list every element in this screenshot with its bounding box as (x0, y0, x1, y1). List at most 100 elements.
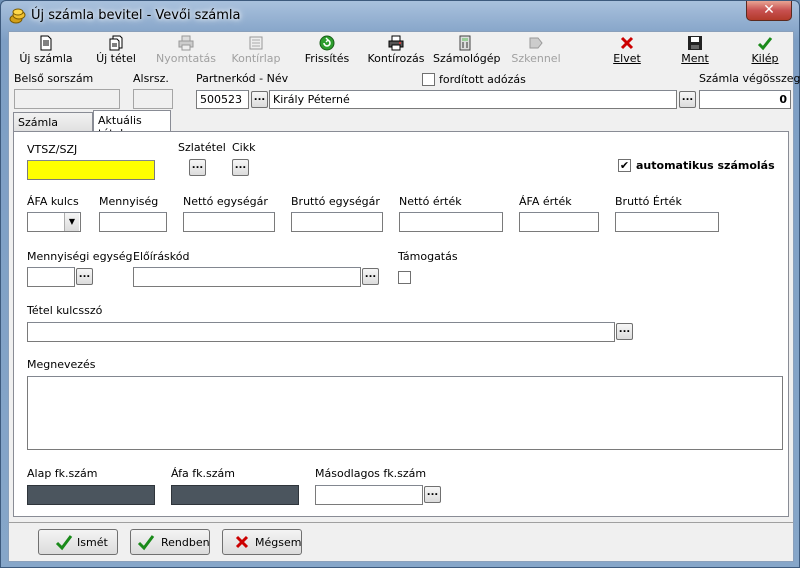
cancel-x-icon (235, 535, 249, 549)
brutto-ertek-label: Bruttó Érték (615, 195, 682, 208)
afa-fk-label: Áfa fk.szám (171, 467, 235, 480)
toolbar-label: Kontírozás (367, 52, 425, 65)
tab-aktualis-tetel[interactable]: Aktuális tétel (93, 110, 171, 140)
toolbar-button-kontirozas[interactable]: Kontírozás (365, 32, 427, 68)
toolbar-button-uj-szamla[interactable]: Új számla (17, 32, 75, 68)
coins-app-icon (9, 8, 26, 24)
window-title: Új számla bevitel - Vevői számla (31, 8, 241, 23)
alap-fk-label: Alap fk.szám (27, 467, 98, 480)
window-close-button[interactable]: ✕ (746, 1, 792, 21)
client-area: Új számla Új tétel Nyomtatás Kontírlap F… (8, 31, 800, 562)
szlatetel-lookup-button[interactable]: ... (189, 159, 206, 176)
exit-check-icon (757, 37, 773, 51)
new-item-icon (109, 35, 123, 51)
toolbar-label: Kontírlap (231, 52, 281, 65)
toolbar-button-kilep[interactable]: Kilép (741, 32, 789, 68)
tetel-kulcsszo-field[interactable] (27, 322, 615, 342)
partner-name-lookup-button[interactable]: ... (679, 91, 696, 108)
belso-sorszam-field (14, 89, 120, 109)
alap-fk-field (27, 485, 155, 505)
partner-name-field[interactable]: Király Péterné (269, 90, 677, 109)
brutto-ertek-field[interactable] (615, 212, 719, 232)
separator (9, 522, 793, 523)
szlatetel-label: Szlatétel (178, 141, 226, 154)
toolbar-button-elvet[interactable]: Elvet (603, 32, 651, 68)
forditott-adozas-checkbox[interactable] (422, 73, 435, 86)
netto-egysegar-field[interactable] (183, 212, 275, 232)
toolbar-label: Szkennel (511, 52, 561, 65)
megsem-button[interactable]: Mégsem (222, 529, 302, 555)
eloiraskod-lookup-button[interactable]: ... (362, 268, 379, 285)
mennyisegi-egyseg-lookup-button[interactable]: ... (76, 268, 93, 285)
vtsz-field[interactable] (27, 160, 155, 180)
toolbar-button-ment[interactable]: Ment (671, 32, 719, 68)
toolbar-button-frissites[interactable]: Frissítés (299, 32, 355, 68)
afa-ertek-field[interactable] (519, 212, 599, 232)
ellipsis-icon: ... (681, 92, 694, 103)
save-icon (688, 36, 702, 50)
rendben-button[interactable]: Rendben (130, 529, 210, 555)
ellipsis-icon: ... (618, 324, 631, 335)
toolbar-label: Kilép (751, 52, 779, 65)
tab-szamla-adatok[interactable]: Számla adatok (13, 112, 93, 142)
ledger-sheet-icon (249, 36, 263, 50)
megsem-label: Mégsem (255, 536, 302, 549)
discard-icon (620, 36, 634, 50)
calculator-icon (459, 35, 471, 51)
cikk-lookup-button[interactable]: ... (232, 159, 249, 176)
check-icon (137, 535, 155, 551)
eloiraskod-label: Előíráskód (133, 250, 190, 263)
toolbar-button-kontirlap[interactable]: Kontírlap (229, 32, 283, 68)
refresh-icon (319, 35, 335, 51)
accounting-icon (388, 35, 404, 51)
toolbar-label: Számológép (433, 52, 501, 65)
masodlagos-fk-field[interactable] (315, 485, 423, 505)
partner-code-field[interactable]: 500523 (196, 90, 249, 109)
netto-ertek-field[interactable] (399, 212, 503, 232)
afa-kulcs-label: ÁFA kulcs (27, 195, 79, 208)
toolbar-button-szamologep[interactable]: Számológép (433, 32, 501, 68)
ellipsis-icon: ... (234, 160, 247, 171)
ellipsis-icon: ... (78, 269, 91, 280)
ismet-button[interactable]: Ismét (38, 529, 118, 555)
mennyisegi-egyseg-field[interactable] (27, 267, 75, 287)
vegosszeg-value: 0 (779, 93, 787, 106)
auto-szamolas-checkbox[interactable]: ✔ (618, 159, 631, 172)
app-window: Új számla bevitel - Vevői számla ✕ Új sz… (0, 0, 800, 568)
partner-label: Partnerkód - Név (196, 72, 289, 85)
toolbar-label: Frissítés (304, 52, 350, 65)
toolbar-label: Ment (681, 52, 709, 65)
print-icon (178, 35, 194, 51)
partner-code-lookup-button[interactable]: ... (251, 91, 268, 108)
afa-kulcs-select[interactable]: ▼ (27, 212, 81, 232)
alsrsz-field (133, 89, 173, 109)
tamogatas-checkbox[interactable] (398, 271, 411, 284)
toolbar-button-uj-tetel[interactable]: Új tétel (89, 32, 143, 68)
megnevezes-textarea[interactable] (27, 376, 783, 450)
tetel-kulcsszo-label: Tétel kulcsszó (27, 304, 103, 317)
ellipsis-icon: ... (426, 487, 439, 498)
mennyisegi-egyseg-label: Mennyiségi egység (27, 250, 133, 263)
check-icon (55, 535, 73, 551)
vegosszeg-field: 0 (699, 90, 791, 109)
aktualis-tetel-panel: VTSZ/SZJ Szlatétel ... Cikk ... ✔ automa… (13, 131, 789, 517)
ellipsis-icon: ... (364, 269, 377, 280)
brutto-egysegar-label: Bruttó egységár (291, 195, 380, 208)
mennyiseg-field[interactable] (99, 212, 167, 232)
mennyiseg-label: Mennyiség (99, 195, 159, 208)
toolbar: Új számla Új tétel Nyomtatás Kontírlap F… (9, 32, 793, 68)
toolbar-label: Új tétel (96, 52, 136, 65)
tetel-kulcsszo-lookup-button[interactable]: ... (616, 323, 633, 340)
toolbar-button-szkennel[interactable]: Szkennel (507, 32, 565, 68)
chevron-down-icon[interactable]: ▼ (64, 213, 79, 231)
eloiraskod-field[interactable] (133, 267, 361, 287)
netto-egysegar-label: Nettó egységár (183, 195, 268, 208)
rendben-label: Rendben (161, 536, 210, 549)
toolbar-button-nyomtatas[interactable]: Nyomtatás (155, 32, 217, 68)
brutto-egysegar-field[interactable] (291, 212, 383, 232)
title-bar[interactable]: Új számla bevitel - Vevői számla ✕ (1, 1, 799, 31)
scan-icon (529, 37, 543, 49)
masodlagos-fk-lookup-button[interactable]: ... (424, 486, 441, 503)
vegosszeg-label: Számla végösszege (699, 72, 800, 85)
toolbar-label: Nyomtatás (155, 52, 217, 65)
